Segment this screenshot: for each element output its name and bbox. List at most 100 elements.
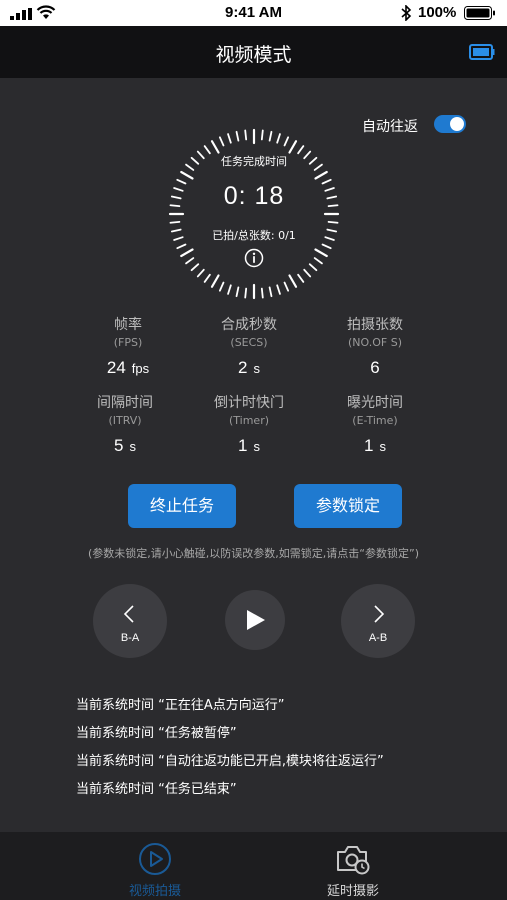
chevron-right-icon — [374, 605, 385, 623]
param-name: 倒计时快门 — [214, 395, 284, 411]
lock-params-button[interactable]: 参数锁定 — [294, 484, 402, 528]
nav-bar: 视频模式 — [0, 26, 507, 78]
dial-tick — [235, 130, 240, 142]
forward-to-b-button[interactable]: A-B — [341, 584, 415, 658]
dial-tick — [185, 257, 195, 265]
page-title: 视频模式 — [215, 44, 292, 66]
dial-tick — [260, 129, 264, 141]
param-en: (ITRV) — [108, 414, 142, 427]
dial-tick — [260, 287, 264, 299]
dial-tick — [218, 281, 225, 292]
param-value: 1 — [238, 436, 248, 455]
dial-tick — [227, 133, 232, 144]
dial-tick — [190, 263, 200, 272]
dial-tick — [276, 133, 281, 144]
dial-label: 任务完成时间 — [221, 155, 287, 168]
param-unit: fps — [131, 361, 150, 376]
dial-tick — [288, 140, 298, 154]
param-value: 2 — [238, 358, 248, 377]
dial-tick — [180, 248, 194, 258]
param-en: (Timer) — [228, 414, 270, 427]
auto-return-toggle[interactable] — [434, 115, 466, 133]
dial-tick — [314, 248, 328, 258]
chevron-left-icon — [123, 605, 134, 623]
param-en: (NO.OF S) — [348, 336, 402, 349]
dial-tick — [321, 243, 332, 250]
dial-tick — [244, 129, 248, 141]
dial-tick — [276, 284, 281, 295]
lock-hint: (参数未锁定,请小心触碰,以防误改参数,如需锁定,请点击“参数锁定”) — [88, 547, 419, 560]
param-name: 间隔时间 — [97, 395, 153, 411]
param-name: 拍摄张数 — [347, 317, 403, 333]
dial-tick — [203, 273, 211, 283]
bluetooth-icon — [401, 5, 412, 21]
dial-tick — [244, 287, 248, 299]
dial-tick — [268, 286, 273, 298]
dial-tick — [227, 284, 232, 295]
param-en: (SECS) — [230, 336, 268, 349]
toggle-knob — [450, 117, 464, 131]
param-value-row: 1s — [189, 436, 309, 456]
param-exposure[interactable]: 曝光时间 (E-Time) 1s — [315, 392, 435, 456]
device-battery-icon[interactable] — [469, 43, 495, 61]
dial-tick — [327, 220, 339, 224]
tab-timelapse-label: 延时摄影 — [326, 884, 379, 899]
battery-percent: 100% — [418, 4, 457, 21]
param-value: 5 — [114, 436, 124, 455]
param-value-row: 2s — [189, 358, 309, 378]
back-label: B-A — [120, 632, 140, 644]
remaining-time: 0: 18 — [223, 182, 285, 210]
param-interval[interactable]: 间隔时间 (ITRV) 5s — [65, 392, 185, 456]
forward-label: A-B — [368, 632, 388, 644]
param-value-row: 24 fps — [68, 358, 188, 378]
param-value-row: 6 — [315, 358, 435, 378]
param-en: (FPS) — [113, 336, 143, 349]
tab-video-label: 视频拍摄 — [128, 884, 181, 899]
log-line: 当前系统时间 “任务被暂停” — [76, 726, 237, 741]
auto-return-label: 自动往返 — [362, 119, 418, 135]
dial-tick — [235, 286, 240, 298]
dial-tick — [313, 257, 323, 265]
param-value: 24 — [106, 358, 126, 377]
dial-tick — [176, 243, 187, 250]
dial-tick — [218, 136, 225, 147]
param-value: 6 — [370, 358, 380, 377]
stop-task-button[interactable]: 终止任务 — [128, 484, 236, 528]
log-line: 当前系统时间 “任务已结束” — [76, 782, 237, 797]
shot-count: 已拍/总张数: 0/1 — [212, 229, 296, 242]
param-fps[interactable]: 帧率 (FPS) 24 fps — [68, 314, 188, 378]
dial-tick — [283, 281, 290, 292]
log-line: 当前系统时间 “正在往A点方向运行” — [76, 698, 285, 713]
param-unit: s — [253, 439, 260, 454]
dial-tick — [283, 136, 290, 147]
dial-tick — [303, 268, 312, 278]
param-timer[interactable]: 倒计时快门 (Timer) 1s — [189, 392, 309, 456]
event-log: 当前系统时间 “正在往A点方向运行” 当前系统时间 “任务被暂停” 当前系统时间… — [76, 696, 384, 808]
play-circle-icon — [139, 843, 171, 875]
dial-tick — [210, 140, 220, 154]
tab-timelapse[interactable]: 延时摄影 — [273, 832, 433, 900]
param-value-row: 1s — [315, 436, 435, 456]
camera-timer-icon — [337, 846, 370, 875]
param-value-row: 5s — [65, 436, 185, 456]
dial-tick — [196, 268, 205, 278]
dial-tick — [268, 130, 273, 142]
param-name: 合成秒数 — [221, 317, 277, 333]
param-name: 帧率 — [114, 317, 142, 333]
param-unit: s — [379, 439, 386, 454]
param-en: (E-Time) — [352, 414, 398, 427]
dial-tick — [169, 220, 181, 224]
tab-video[interactable]: 视频拍摄 — [75, 832, 235, 900]
param-unit: s — [129, 439, 136, 454]
play-icon — [247, 610, 265, 630]
dial-tick — [210, 274, 220, 288]
back-to-a-button[interactable]: B-A — [93, 584, 167, 658]
param-name: 曝光时间 — [347, 395, 403, 411]
info-icon[interactable] — [244, 248, 264, 268]
play-button[interactable] — [225, 590, 285, 650]
param-value: 1 — [364, 436, 374, 455]
log-line: 当前系统时间 “自动往返功能已开启,模块将往返运行” — [76, 754, 384, 769]
param-shots[interactable]: 拍摄张数 (NO.OF S) 6 — [315, 314, 435, 378]
dial-tick — [314, 170, 328, 180]
param-secs[interactable]: 合成秒数 (SECS) 2s — [189, 314, 309, 378]
